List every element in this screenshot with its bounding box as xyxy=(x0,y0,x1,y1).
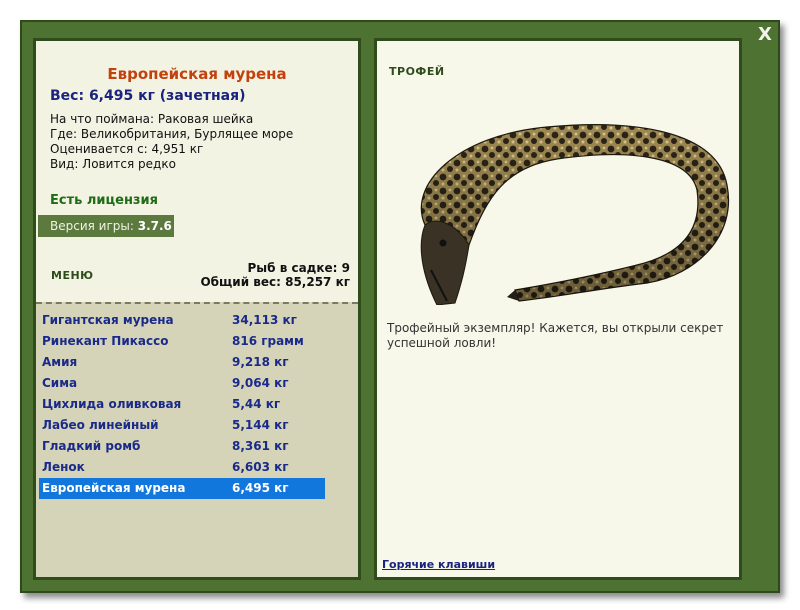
valued-from-info: Оценивается с: 4,951 кг xyxy=(50,142,204,156)
catch-name: Ленок xyxy=(42,460,85,474)
hotkeys-link[interactable]: Горячие клавиши xyxy=(382,558,495,571)
trophy-message: Трофейный экземпляр! Кажется, вы открыли… xyxy=(387,321,724,350)
fish-count: Рыб в садке: 9 xyxy=(247,261,351,275)
catch-weight: 34,113 кг xyxy=(232,313,297,327)
catch-list-item[interactable]: Цихлида оливковая 5,44 кг xyxy=(39,394,325,415)
catch-list-item[interactable]: Гигантская мурена 34,113 кг xyxy=(39,310,325,331)
moray-eel-image xyxy=(420,124,730,305)
catch-list-item[interactable]: Ринекант Пикассо 816 грамм xyxy=(39,331,325,352)
trophy-panel: ТРОФЕЙ Трофейный экземпляр! Кажется, вы … xyxy=(374,38,742,580)
catch-list: Гигантская мурена 34,113 кг Ринекант Пика… xyxy=(36,302,358,577)
catch-stats: Рыб в садке: 9 Общий вес: 85,257 кг xyxy=(200,261,350,289)
catch-weight: 8,361 кг xyxy=(232,439,289,453)
catch-weight: 9,064 кг xyxy=(232,376,289,390)
catch-weight: 5,144 кг xyxy=(232,418,289,432)
catch-name: Ринекант Пикассо xyxy=(42,334,169,348)
fish-weight: Вес: 6,495 кг (зачетная) xyxy=(50,88,246,104)
menu-button[interactable]: МЕНЮ xyxy=(51,269,94,282)
catch-weight: 816 грамм xyxy=(232,334,304,348)
catch-weight: 6,603 кг xyxy=(232,460,289,474)
catch-name: Гладкий ромб xyxy=(42,439,141,453)
total-weight: Общий вес: 85,257 кг xyxy=(200,275,350,289)
catch-list-item[interactable]: Гладкий ромб 8,361 кг xyxy=(39,436,325,457)
fish-info-panel: Европейская мурена Вес: 6,495 кг (зачетн… xyxy=(33,38,361,580)
catch-name: Цихлида оливковая xyxy=(42,397,182,411)
close-button[interactable]: X xyxy=(754,24,776,46)
catch-name: Амия xyxy=(42,355,78,369)
catch-name: Сима xyxy=(42,376,78,390)
catch-weight: 5,44 кг xyxy=(232,397,281,411)
fish-title: Европейская мурена xyxy=(107,65,287,83)
catch-weight: 6,495 кг xyxy=(232,481,289,495)
location-info: Где: Великобритания, Бурлящее море xyxy=(50,127,294,141)
catch-weight: 9,218 кг xyxy=(232,355,289,369)
catch-list-item[interactable]: Сима 9,064 кг xyxy=(39,373,325,394)
catch-list-item[interactable]: Амия 9,218 кг xyxy=(39,352,325,373)
bait-info: На что поймана: Раковая шейка xyxy=(50,112,254,126)
version-value: 3.7.6 xyxy=(137,219,172,233)
catch-name: Лабео линейный xyxy=(42,418,159,432)
catch-list-item[interactable]: Лабео линейный 5,144 кг xyxy=(39,415,325,436)
catch-list-item-selected[interactable]: Европейская мурена 6,495 кг xyxy=(39,478,325,499)
game-version: Версия игры: 3.7.6 xyxy=(38,215,174,237)
catch-name: Гигантская мурена xyxy=(42,313,174,327)
catch-name: Европейская мурена xyxy=(42,481,186,495)
license-status: Есть лицензия xyxy=(50,193,158,208)
eel-eye xyxy=(439,239,447,247)
version-label: Версия игры: xyxy=(50,219,134,233)
catch-list-item[interactable]: Ленок 6,603 кг xyxy=(39,457,325,478)
rarity-info: Вид: Ловится редко xyxy=(50,157,176,171)
